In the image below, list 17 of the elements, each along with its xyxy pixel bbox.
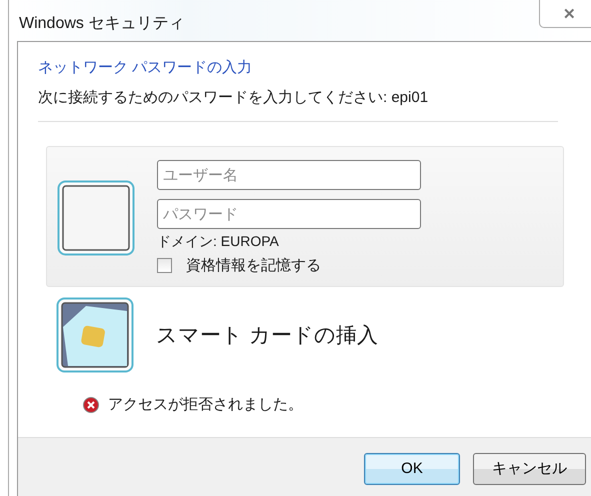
ok-button[interactable]: OK xyxy=(364,452,460,484)
username-field[interactable]: ユーザー名 xyxy=(157,160,421,190)
error-icon xyxy=(83,396,99,412)
cancel-button[interactable]: キャンセル xyxy=(473,452,586,484)
error-message: アクセスが拒否されました。 xyxy=(108,395,303,414)
remember-label: 資格情報を記憶する xyxy=(186,256,321,275)
remember-checkbox[interactable] xyxy=(157,258,172,273)
window-title: Windows セキュリティ xyxy=(19,14,184,34)
smart-card-icon xyxy=(56,297,134,373)
smart-card-tile[interactable]: スマート カードの挿入 xyxy=(56,297,386,373)
domain-label: ドメイン: EUROPA xyxy=(157,233,280,251)
password-field[interactable]: パスワード xyxy=(157,199,421,229)
user-tile-icon xyxy=(57,180,135,256)
close-button[interactable]: ✕ xyxy=(539,0,591,28)
instruction-text: 次に接続するためのパスワードを入力してください: epi01 xyxy=(38,88,430,107)
dialog-heading: ネットワーク パスワードの入力 xyxy=(38,58,254,77)
credential-tile[interactable]: ユーザー名 パスワード ドメイン: EUROPA 資格情報を記憶する xyxy=(46,146,564,287)
